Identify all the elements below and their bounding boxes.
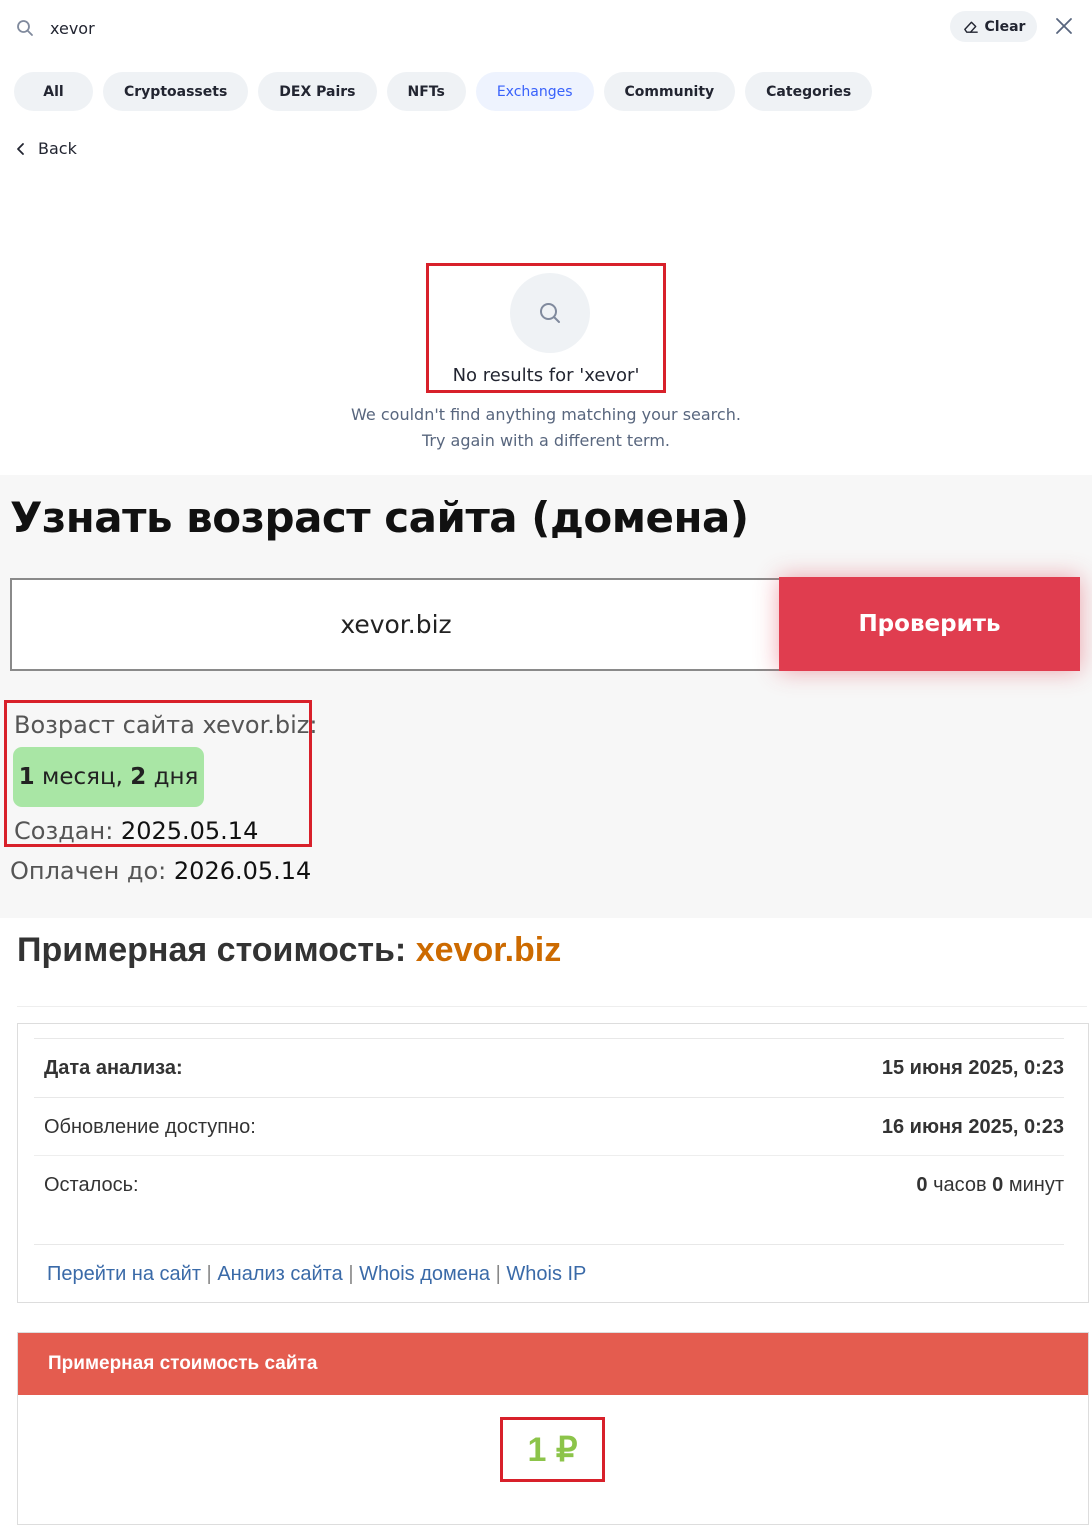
price-panel: Примерная стоимость сайта 1 ₽ [17, 1332, 1089, 1525]
eraser-icon [963, 21, 978, 33]
age-label: Возраст сайта xevor.biz: [14, 711, 318, 739]
link-go-to-site[interactable]: Перейти на сайт [47, 1263, 201, 1285]
age-months-num: 1 [18, 764, 35, 790]
remaining-minutes-unit: минут [1008, 1174, 1064, 1196]
page: Clear All Cryptoassets DEX Pairs NFTs Ex… [0, 0, 1092, 1536]
search-icon [17, 20, 33, 36]
tab-cryptoassets[interactable]: Cryptoassets [103, 72, 249, 111]
analysis-date-value: 15 июня 2025, 0:23 [881, 1057, 1064, 1079]
tab-all[interactable]: All [14, 72, 93, 111]
age-badge: 1 месяц, 2 дня [13, 747, 204, 807]
remaining-row: Осталось: 0 часов 0 минут [34, 1155, 1064, 1213]
tab-nfts[interactable]: NFTs [386, 72, 466, 111]
search-icon [540, 303, 560, 323]
update-label: Обновление доступно: [44, 1116, 256, 1138]
no-results-line-2: Try again with a different term. [421, 431, 671, 450]
cost-title-prefix: Примерная стоимость: [17, 931, 407, 969]
link-whois-ip[interactable]: Whois IP [506, 1263, 586, 1285]
remaining-hours-unit: часов [933, 1174, 987, 1196]
tab-dex-pairs[interactable]: DEX Pairs [258, 72, 377, 111]
link-site-analysis[interactable]: Анализ сайта [217, 1263, 342, 1285]
filter-tabs: All Cryptoassets DEX Pairs NFTs Exchange… [14, 72, 873, 112]
clear-button[interactable]: Clear [950, 11, 1037, 42]
clear-label: Clear [984, 18, 1026, 35]
no-results-line-1: We couldn't find anything matching your … [351, 405, 741, 424]
search-panel: Clear All Cryptoassets DEX Pairs NFTs Ex… [0, 0, 1092, 475]
link-whois-domain[interactable]: Whois домена [359, 1263, 490, 1285]
update-value: 16 июня 2025, 0:23 [881, 1116, 1064, 1138]
price-value-highlight: 1 ₽ [500, 1417, 605, 1482]
cost-title-domain: xevor.biz [415, 931, 562, 969]
site-cost-section: Примерная стоимость: xevor.biz Дата анал… [0, 918, 1092, 1536]
link-separator: | [206, 1263, 212, 1285]
created-line: Создан: 2025.05.14 [14, 817, 258, 845]
remaining-label: Осталось: [44, 1174, 139, 1196]
tab-community[interactable]: Community [603, 72, 736, 111]
price-value: 1 ₽ [527, 1430, 578, 1469]
site-links-row: Перейти на сайт | Анализ сайта | Whois д… [34, 1244, 1064, 1302]
site-links: Перейти на сайт | Анализ сайта | Whois д… [47, 1263, 586, 1286]
back-link[interactable]: Back [14, 139, 77, 158]
tab-categories[interactable]: Categories [745, 72, 873, 111]
remaining-hours: 0 [916, 1174, 928, 1196]
created-value: 2025.05.14 [120, 817, 259, 845]
close-button[interactable] [1052, 14, 1076, 38]
analysis-info-panel: Дата анализа: 15 июня 2025, 0:23 Обновле… [17, 1023, 1089, 1303]
paid-until-line: Оплачен до: 2026.05.14 [10, 857, 311, 885]
page-title: Узнать возраст сайта (домена) [10, 493, 749, 542]
price-header: Примерная стоимость сайта [18, 1333, 1088, 1395]
domain-age-section: Узнать возраст сайта (домена) Проверить … [0, 475, 1092, 918]
divider [17, 1006, 1087, 1007]
domain-input[interactable] [10, 578, 782, 671]
no-results-title: No results for 'xevor' [452, 365, 640, 386]
paid-label: Оплачен до: [10, 857, 167, 885]
cost-title: Примерная стоимость: xevor.biz [17, 931, 561, 970]
age-days-word: дня [153, 764, 199, 790]
age-days-num: 2 [130, 764, 147, 790]
search-input[interactable] [50, 14, 650, 42]
no-results-message: We couldn't find anything matching your … [300, 402, 792, 454]
link-separator: | [495, 1263, 501, 1285]
analysis-date-row: Дата анализа: 15 июня 2025, 0:23 [34, 1038, 1064, 1096]
tab-exchanges[interactable]: Exchanges [475, 72, 594, 111]
check-button[interactable]: Проверить [779, 577, 1080, 671]
close-icon [1056, 18, 1072, 34]
search-bar: Clear [0, 0, 1092, 56]
created-label: Создан: [14, 817, 114, 845]
chevron-left-icon [17, 142, 24, 155]
analysis-date-label: Дата анализа: [44, 1057, 183, 1079]
link-separator: | [348, 1263, 354, 1285]
paid-value: 2026.05.14 [173, 857, 312, 885]
empty-state-icon [510, 273, 590, 353]
age-result-highlight: Возраст сайта xevor.biz: 1 месяц, 2 дня … [4, 700, 317, 847]
remaining-value: 0 часов 0 минут [916, 1174, 1064, 1197]
age-months-word: месяц, [41, 764, 123, 790]
no-results-highlight: No results for 'xevor' [426, 263, 666, 393]
remaining-minutes: 0 [992, 1174, 1004, 1196]
back-label: Back [38, 139, 77, 158]
update-row: Обновление доступно: 16 июня 2025, 0:23 [34, 1097, 1064, 1155]
